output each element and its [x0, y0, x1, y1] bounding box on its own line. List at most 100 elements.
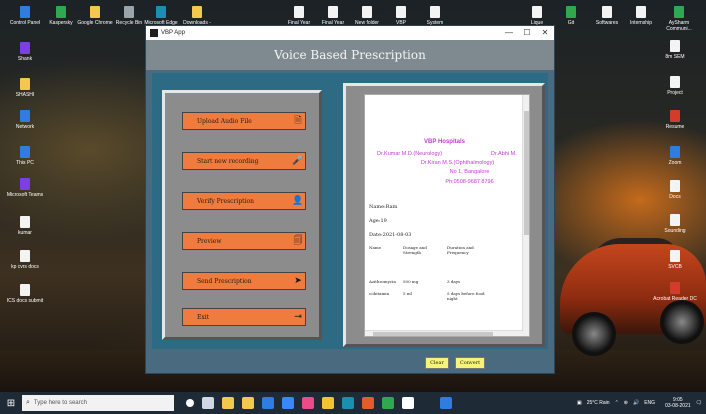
- tray-chevron-icon[interactable]: ⌃: [615, 400, 619, 406]
- windows-start-icon[interactable]: ⊞: [0, 398, 22, 409]
- horizontal-scrollbar[interactable]: [365, 330, 524, 336]
- window-title: VBP App: [161, 30, 185, 36]
- table-cell: cobitamin: [369, 291, 390, 296]
- file-icon: [362, 6, 372, 18]
- pdf-icon: [670, 110, 680, 122]
- app-icon: [150, 29, 158, 37]
- desktop-icon-network[interactable]: Network: [2, 110, 48, 130]
- exit-button[interactable]: Exit ⇥: [182, 308, 306, 326]
- store-icon[interactable]: [282, 397, 294, 409]
- file-icon: [670, 76, 680, 88]
- task-view-icon[interactable]: [202, 397, 214, 409]
- close-button[interactable]: ✕: [536, 26, 554, 40]
- page-title: Voice Based Prescription: [274, 48, 426, 62]
- power-icon[interactable]: [322, 397, 334, 409]
- file-icon: [328, 6, 338, 18]
- folder-icon: [20, 78, 30, 90]
- app-icon[interactable]: [382, 397, 394, 409]
- search-placeholder: Type here to search: [33, 400, 87, 406]
- slack-icon[interactable]: [302, 397, 314, 409]
- desktop-icon-acrobat[interactable]: Acrobat Reader DC: [652, 282, 698, 302]
- file-icon: [670, 214, 680, 226]
- desktop-icon-project[interactable]: Project: [652, 76, 698, 96]
- desktop-icon-this-pc[interactable]: This PC: [2, 146, 48, 166]
- convert-button[interactable]: Convert: [455, 357, 485, 369]
- clock-date: 03-08-2021: [665, 403, 691, 409]
- language-indicator[interactable]: ENG: [644, 400, 655, 406]
- desktop-icon-sounding[interactable]: Sounding: [652, 214, 698, 234]
- mail-icon[interactable]: [262, 397, 274, 409]
- desktop-icon-aysharm[interactable]: AySharm Communi...: [656, 6, 702, 32]
- taskbar-apps: [182, 397, 456, 409]
- notifications-icon[interactable]: 🗨: [696, 400, 702, 406]
- prescription-document[interactable]: VBP Hospitals Dr.Kumar M.D.(Neurology) D…: [364, 94, 530, 337]
- network-icon: [20, 110, 30, 122]
- edge-icon[interactable]: [342, 397, 354, 409]
- exit-icon: ⇥: [294, 312, 302, 322]
- taskbar-search[interactable]: ⌕ Type here to search: [22, 395, 174, 411]
- recycle-bin-icon: [124, 6, 134, 18]
- clock[interactable]: 9:05 03-08-2021: [660, 397, 691, 409]
- file-icon: [20, 250, 30, 262]
- vertical-scrollbar[interactable]: [522, 95, 529, 336]
- desktop-icon-svcb[interactable]: SVCB: [652, 250, 698, 270]
- scrollbar-thumb[interactable]: [373, 332, 493, 336]
- taskbar: ⊞ ⌕ Type here to search ▣ 25°C Rain ⌃ ⊛ …: [0, 392, 706, 414]
- zoom-icon: [670, 146, 680, 158]
- file-icon: [430, 6, 440, 18]
- hospital-address: No 1, Bangalore: [449, 169, 490, 175]
- file-icon: [670, 180, 680, 192]
- shortcut-icon: [674, 6, 684, 18]
- file-explorer-icon[interactable]: [242, 397, 254, 409]
- weather-text[interactable]: 25°C Rain: [587, 400, 610, 406]
- system-tray: ▣ 25°C Rain ⌃ ⊛ 🔊 ENG 9:05 03-08-2021 🗨: [572, 392, 702, 414]
- patient-age: Age:19: [369, 218, 387, 224]
- desktop-icon-kumar[interactable]: kumar: [2, 216, 48, 236]
- app-header: Voice Based Prescription: [146, 40, 554, 70]
- clear-button[interactable]: Clear: [425, 357, 449, 369]
- desktop-icon-docs[interactable]: Docs: [652, 180, 698, 200]
- car-wheel-rear: [660, 300, 704, 344]
- chrome-icon[interactable]: [222, 397, 234, 409]
- desktop-icon-resume[interactable]: Resume: [652, 110, 698, 130]
- file-icon: [532, 6, 542, 18]
- desktop-icon-shashi[interactable]: SHASHI: [2, 78, 48, 98]
- send-prescription-button[interactable]: Send Prescription ➤: [182, 272, 306, 290]
- vbp-app-taskbar-icon[interactable]: [402, 397, 414, 409]
- car-wheel-front: [572, 312, 616, 356]
- minimize-button[interactable]: —: [500, 26, 518, 40]
- file-icon: [20, 284, 30, 296]
- table-cell: 500 mg: [403, 279, 419, 284]
- window-titlebar[interactable]: VBP App — ☐ ✕: [146, 26, 554, 40]
- desktop-icon-ics-docs[interactable]: ICS docs submit: [2, 284, 48, 304]
- table-header-name: Name: [369, 245, 382, 250]
- volume-icon[interactable]: 🔊: [633, 400, 639, 406]
- desktop-icon-shank[interactable]: Shank: [2, 42, 48, 62]
- preview-button[interactable]: Preview 🗐: [182, 232, 306, 250]
- app-icon[interactable]: [440, 397, 452, 409]
- weather-icon[interactable]: ▣: [577, 400, 582, 406]
- start-recording-button[interactable]: Start new recording 🎤: [182, 152, 306, 170]
- desktop-icon-system[interactable]: System: [412, 6, 458, 26]
- desktop-icon-8m-sem[interactable]: 8m SEM: [652, 40, 698, 60]
- kaspersky-icon: [56, 6, 66, 18]
- desktop-icon-kp-docs[interactable]: kp cvrs docs: [2, 250, 48, 270]
- desktop-icon-zoom[interactable]: Zoom: [652, 146, 698, 166]
- file-icon: [294, 6, 304, 18]
- verify-prescription-button[interactable]: Verify Prescription 👤: [182, 192, 306, 210]
- network-icon[interactable]: ⊛: [624, 400, 628, 406]
- search-icon: ⌕: [26, 399, 30, 406]
- file-icon: [396, 6, 406, 18]
- patient-name: Name:Ram: [369, 204, 398, 210]
- acrobat-icon: [670, 282, 680, 294]
- upload-audio-button[interactable]: Upload Audio File 🗎: [182, 112, 306, 130]
- app-icon[interactable]: [362, 397, 374, 409]
- table-cell: Azithromycin: [369, 279, 396, 284]
- hospital-name: VBP Hospitals: [424, 139, 465, 145]
- hospital-phone: Ph:0508-9687 8796: [445, 179, 494, 185]
- file-icon: [670, 40, 680, 52]
- desktop-icon-teams[interactable]: Microsoft Teams: [2, 178, 48, 198]
- scrollbar-thumb[interactable]: [524, 111, 529, 235]
- cortana-icon[interactable]: [186, 399, 194, 407]
- maximize-button[interactable]: ☐: [518, 26, 536, 40]
